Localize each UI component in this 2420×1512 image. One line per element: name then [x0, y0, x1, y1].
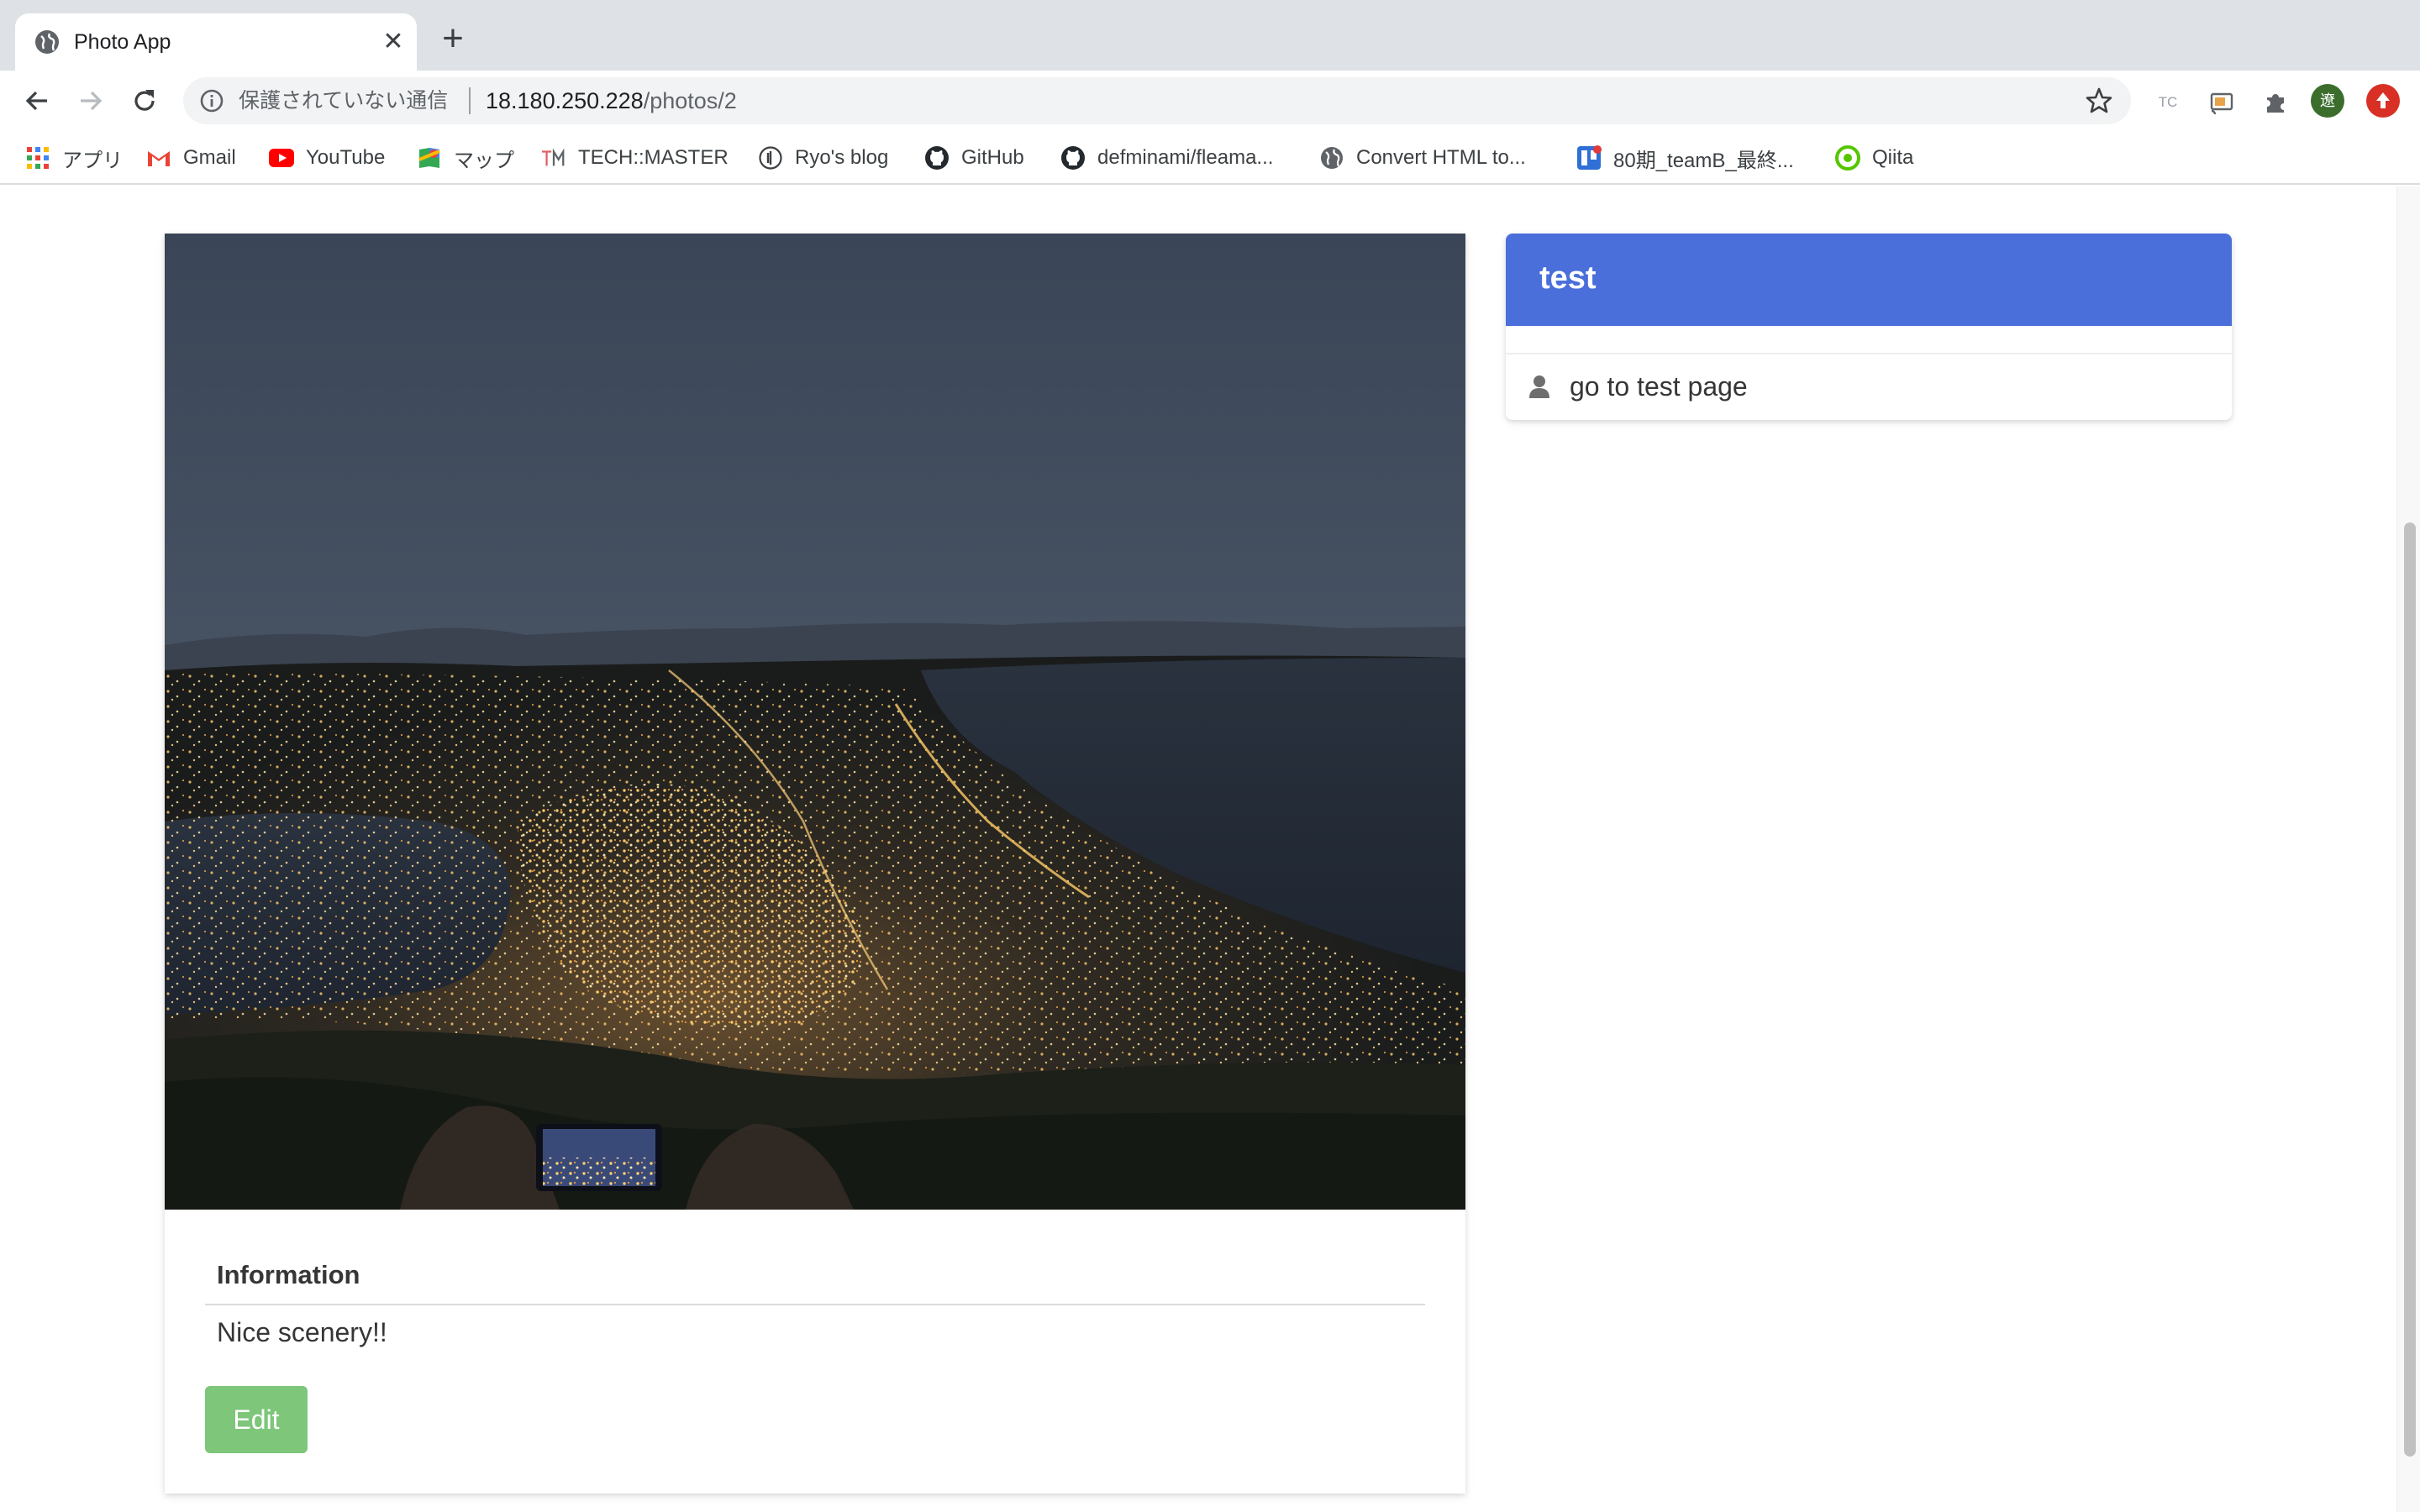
tab-strip: Photo App ✕ +: [0, 0, 2420, 71]
bookmark-convert-html[interactable]: Convert HTML to...: [1319, 143, 1526, 173]
globe-icon: [35, 30, 59, 54]
bookmark-label: Qiita: [1872, 146, 1914, 169]
arrow-up-icon: [2376, 92, 2390, 108]
reload-button[interactable]: [126, 82, 163, 119]
bookmark-youtube[interactable]: YouTube: [269, 143, 385, 173]
info-icon[interactable]: [198, 87, 225, 114]
reload-icon: [134, 90, 155, 111]
tab-photo-app[interactable]: Photo App ✕: [15, 13, 417, 71]
bookmark-label: TECH::MASTER: [578, 146, 729, 169]
tab-title: Photo App: [74, 30, 171, 54]
bookmark-team-b[interactable]: 80期_teamB_最終...: [1576, 143, 1794, 173]
bookmark-techmaster[interactable]: TECH::MASTER: [541, 143, 729, 173]
bookmark-label: 80期_teamB_最終...: [1613, 149, 1794, 172]
trello-icon: [1576, 145, 1602, 171]
new-tab-button[interactable]: +: [435, 20, 471, 57]
bookmark-apps[interactable]: アプリ: [25, 143, 123, 173]
user-page-link[interactable]: go to test page: [1526, 366, 1748, 407]
github-icon: [924, 145, 950, 171]
bookmark-label: defminami/fleama...: [1097, 146, 1274, 169]
youtube-icon: [269, 145, 294, 171]
bookmark-label: マップ: [454, 149, 514, 172]
gmail-icon: [146, 145, 171, 171]
update-icon[interactable]: [2366, 84, 2400, 118]
scrollbar-thumb[interactable]: [2404, 522, 2416, 1457]
techmaster-icon: [541, 145, 566, 171]
bookmark-label: Ryo's blog: [795, 146, 889, 169]
apps-grid-icon: [25, 145, 50, 171]
close-icon[interactable]: ✕: [378, 27, 408, 57]
address-bar[interactable]: 保護されていない通信 18.180.250.228/photos/2: [183, 77, 2131, 124]
bookmark-gmail[interactable]: Gmail: [146, 143, 236, 173]
tc-extension-label: TC: [2158, 94, 2178, 110]
bookmark-defminami-fleama[interactable]: defminami/fleama...: [1060, 143, 1273, 173]
user-link-label: go to test page: [1570, 370, 1748, 402]
bookmark-label: Gmail: [183, 146, 236, 169]
profile-avatar[interactable]: 遼: [2311, 84, 2344, 118]
divider: [1506, 353, 2232, 354]
bookmarks-bar: アプリ Gmail YouTube マップ TECH::MASTER Ryo's…: [0, 131, 2420, 185]
globe-icon: [1319, 145, 1344, 171]
url-path: /photos/2: [643, 88, 737, 113]
security-label[interactable]: 保護されていない通信: [239, 87, 448, 114]
maps-icon: [417, 145, 442, 171]
url-text[interactable]: 18.180.250.228/photos/2: [486, 87, 737, 115]
extensions-puzzle-icon[interactable]: [2259, 86, 2292, 119]
browser-toolbar: 保護されていない通信 18.180.250.228/photos/2 TC 遼: [0, 71, 2420, 131]
bookmark-label: アプリ: [62, 149, 123, 172]
photo-description: Nice scenery!!: [217, 1317, 387, 1347]
bookmark-ryos-blog[interactable]: Ryo's blog: [758, 143, 888, 173]
user-name: test: [1539, 260, 1597, 296]
bookmark-maps[interactable]: マップ: [417, 143, 514, 173]
url-host: 18.180.250.228: [486, 88, 644, 113]
user-icon: [1529, 375, 1549, 398]
cast-icon-glyph: [2210, 92, 2233, 115]
back-button[interactable]: [18, 82, 55, 119]
bookmark-label: Convert HTML to...: [1356, 146, 1526, 169]
photo-card: Information Nice scenery!! Edit: [165, 234, 1465, 1494]
divider: [469, 87, 471, 114]
user-card: test go to test page: [1506, 234, 2232, 420]
bookmark-label: YouTube: [306, 146, 386, 169]
page-scrollbar[interactable]: [2396, 186, 2420, 1512]
qiita-icon: [1835, 145, 1860, 171]
tc-extension-icon[interactable]: TC: [2151, 86, 2185, 119]
information-heading: Information: [217, 1260, 360, 1289]
star-icon[interactable]: [2084, 86, 2114, 116]
cast-icon[interactable]: [2205, 86, 2238, 119]
night-city-photo: [165, 234, 1465, 1210]
user-card-header: test: [1506, 234, 2232, 326]
arrow-right-icon: [81, 91, 103, 111]
forward-button[interactable]: [72, 82, 109, 119]
bookmark-qiita[interactable]: Qiita: [1835, 143, 1913, 173]
blog-icon: [758, 145, 783, 171]
github-icon: [1060, 145, 1086, 171]
bookmark-github[interactable]: GitHub: [924, 143, 1024, 173]
bookmark-label: GitHub: [961, 146, 1024, 169]
edit-button[interactable]: Edit: [205, 1386, 308, 1453]
night-city-image: [165, 234, 1465, 1210]
arrow-left-icon: [25, 91, 47, 111]
divider: [205, 1304, 1425, 1305]
puzzle-icon: [2267, 94, 2284, 113]
